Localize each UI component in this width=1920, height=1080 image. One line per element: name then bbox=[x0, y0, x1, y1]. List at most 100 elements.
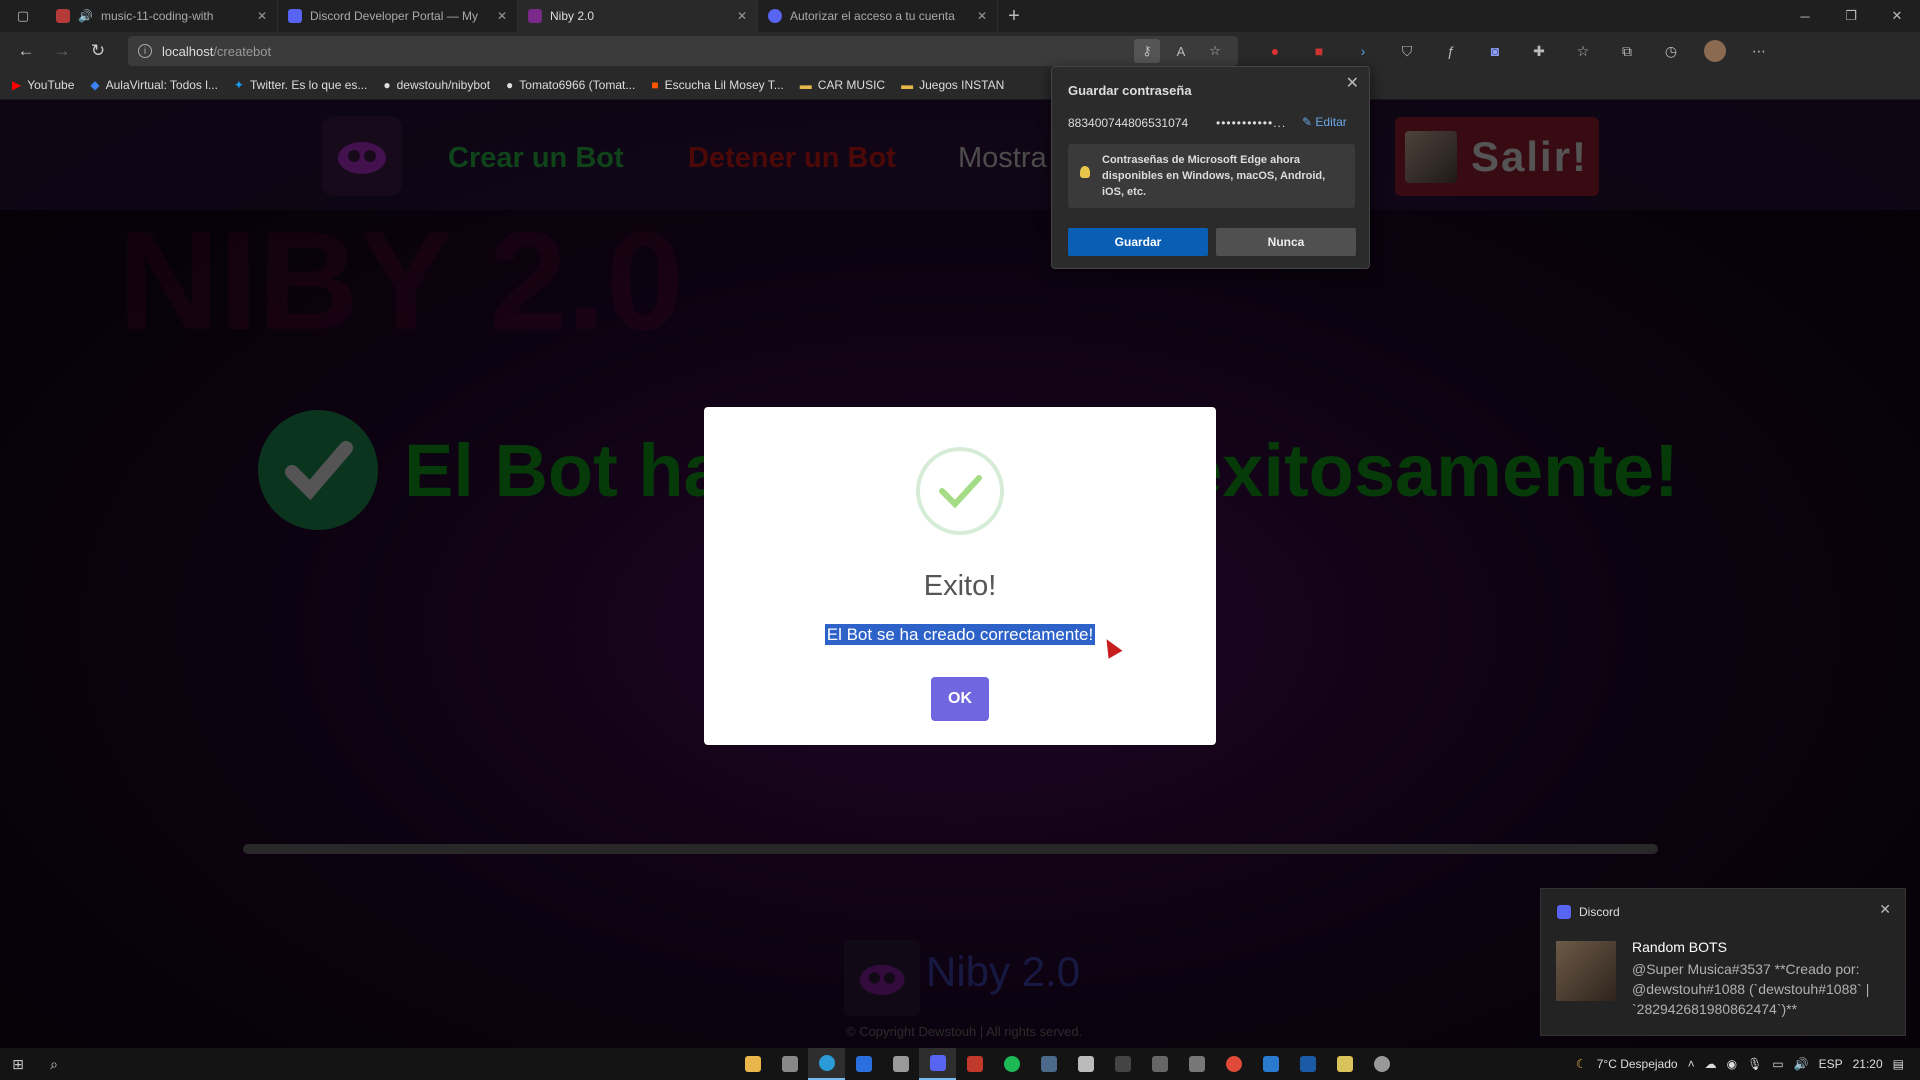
discord-notification[interactable]: Discord ✕ Random BOTS @Super Musica#3537… bbox=[1540, 888, 1906, 1036]
chrome-icon[interactable] bbox=[1215, 1048, 1252, 1080]
tab-authorize[interactable]: Autorizar el acceso a tu cuenta ✕ bbox=[758, 0, 998, 32]
chevron-up-icon[interactable]: ˄ bbox=[1688, 1057, 1695, 1071]
calculator-icon[interactable] bbox=[1141, 1048, 1178, 1080]
new-tab-button[interactable]: + bbox=[998, 5, 1030, 28]
bookmark-aulavirtual[interactable]: ◆ AulaVirtual: Todos l... bbox=[90, 78, 218, 92]
close-icon[interactable]: ✕ bbox=[977, 9, 987, 23]
username-value: 883400744806531074 bbox=[1068, 116, 1189, 130]
cloud-icon[interactable]: ☁ bbox=[1705, 1057, 1717, 1071]
close-icon[interactable]: ✕ bbox=[737, 9, 747, 23]
close-icon[interactable]: ✕ bbox=[1346, 73, 1359, 93]
back-arrow-icon[interactable]: ← bbox=[8, 35, 44, 67]
spotify-icon[interactable] bbox=[993, 1048, 1030, 1080]
folder-icon: ▬ bbox=[901, 77, 914, 92]
success-check-icon bbox=[916, 447, 1004, 535]
profile-avatar[interactable] bbox=[1698, 36, 1732, 66]
bookmark-label: YouTube bbox=[27, 77, 75, 92]
edit-label: Editar bbox=[1315, 115, 1347, 129]
never-button[interactable]: Nunca bbox=[1216, 228, 1356, 256]
bookmark-folder-car-music[interactable]: ▬ CAR MUSIC bbox=[800, 78, 885, 92]
bookmark-label: Tomato6966 (Tomat... bbox=[519, 77, 636, 92]
more-menu-icon[interactable]: ⋯ bbox=[1742, 36, 1776, 66]
shield-icon[interactable]: ⛉ bbox=[1390, 36, 1424, 66]
language-indicator[interactable]: ESP bbox=[1819, 1057, 1843, 1071]
volume-icon[interactable]: 🔊 bbox=[1794, 1057, 1809, 1071]
database-icon[interactable] bbox=[882, 1048, 919, 1080]
password-tip: Contraseñas de Microsoft Edge ahora disp… bbox=[1068, 144, 1355, 208]
info-icon[interactable]: i bbox=[138, 44, 152, 58]
tab-niby[interactable]: Niby 2.0 ✕ bbox=[518, 0, 758, 32]
favorites-icon[interactable]: ☆ bbox=[1566, 36, 1600, 66]
discord-favicon-icon bbox=[768, 9, 782, 23]
webcam-icon[interactable]: ◉ bbox=[1727, 1057, 1737, 1071]
microphone-icon[interactable]: 🎙 bbox=[1747, 1057, 1762, 1071]
windows-start-icon[interactable]: ⊞ bbox=[0, 1056, 36, 1073]
bookmark-github-nibybot[interactable]: ● dewstouh/nibybot bbox=[383, 78, 490, 92]
discord-extension-icon[interactable]: ◙ bbox=[1478, 36, 1512, 66]
address-bar[interactable]: i localhost/createbot ⚷ A ☆ bbox=[128, 36, 1238, 66]
close-icon[interactable]: ✕ bbox=[257, 9, 267, 23]
tab-discord-portal[interactable]: Discord Developer Portal — My ✕ bbox=[278, 0, 518, 32]
toast-title: Random BOTS bbox=[1632, 939, 1727, 955]
window-controls: ─ ❐ ✕ bbox=[1782, 0, 1920, 32]
restore-icon[interactable]: ❐ bbox=[1828, 0, 1874, 32]
close-window-icon[interactable]: ✕ bbox=[1874, 0, 1920, 32]
discord-favicon-icon bbox=[288, 9, 302, 23]
edit-link[interactable]: ✎ Editar bbox=[1302, 115, 1347, 129]
tab-music[interactable]: 🔊 music-11-coding-with ✕ bbox=[46, 0, 278, 32]
clock[interactable]: 21:20 bbox=[1853, 1057, 1883, 1071]
reload-icon[interactable]: ↻ bbox=[80, 35, 116, 67]
bookmark-github-tomato[interactable]: ● Tomato6966 (Tomat... bbox=[506, 78, 635, 92]
close-icon[interactable]: ✕ bbox=[497, 9, 507, 23]
calendar-app-icon[interactable] bbox=[956, 1048, 993, 1080]
vscode-icon[interactable] bbox=[1252, 1048, 1289, 1080]
extension-dark-icon[interactable]: ■ bbox=[1302, 36, 1336, 66]
outlook-icon[interactable] bbox=[1289, 1048, 1326, 1080]
edge-icon[interactable] bbox=[808, 1048, 845, 1080]
read-aloud-icon[interactable]: A bbox=[1168, 39, 1194, 63]
tab-actions-icon[interactable]: ▢ bbox=[0, 0, 46, 32]
extension-red-icon[interactable]: ● bbox=[1258, 36, 1292, 66]
settings-gear-icon[interactable] bbox=[1363, 1048, 1400, 1080]
extension-arrow-icon[interactable]: › bbox=[1346, 36, 1380, 66]
inkscape-icon[interactable] bbox=[1067, 1048, 1104, 1080]
forward-arrow-icon[interactable]: → bbox=[44, 35, 80, 67]
password-mask: •••••••••••... bbox=[1216, 116, 1287, 130]
network-icon[interactable]: ▭ bbox=[1772, 1057, 1783, 1071]
puzzle-icon[interactable]: ✚ bbox=[1522, 36, 1556, 66]
file-explorer-icon[interactable] bbox=[734, 1048, 771, 1080]
steam-icon[interactable] bbox=[1030, 1048, 1067, 1080]
terminal-icon[interactable] bbox=[1104, 1048, 1141, 1080]
favorite-star-icon[interactable]: ☆ bbox=[1202, 39, 1228, 63]
bookmark-twitter[interactable]: ✦ Twitter. Es lo que es... bbox=[234, 78, 367, 92]
collections-icon[interactable]: ⧉ bbox=[1610, 36, 1644, 66]
minimize-icon[interactable]: ─ bbox=[1782, 0, 1828, 32]
bookmark-soundcloud[interactable]: ■ Escucha Lil Mosey T... bbox=[651, 78, 783, 92]
soundcloud-icon: ■ bbox=[651, 77, 659, 92]
history-icon[interactable]: ◷ bbox=[1654, 36, 1688, 66]
weather-text[interactable]: 7°C Despejado bbox=[1597, 1057, 1678, 1071]
ok-button[interactable]: OK bbox=[931, 677, 989, 721]
save-password-button[interactable]: Guardar bbox=[1068, 228, 1208, 256]
dialog-title: Exito! bbox=[923, 570, 997, 602]
speaker-icon[interactable]: 🔊 bbox=[78, 9, 93, 23]
key-icon[interactable]: ⚷ bbox=[1134, 39, 1160, 63]
url-path: /createbot bbox=[213, 43, 272, 59]
notepad-icon[interactable] bbox=[1326, 1048, 1363, 1080]
bookmark-youtube[interactable]: ▶ YouTube bbox=[12, 78, 74, 92]
bookmark-folder-juegos[interactable]: ▬ Juegos INSTAN bbox=[901, 78, 1004, 92]
url-host: localhost bbox=[162, 43, 214, 59]
close-icon[interactable]: ✕ bbox=[1879, 901, 1891, 918]
notifications-icon[interactable]: ▤ bbox=[1893, 1057, 1904, 1071]
github-icon: ● bbox=[506, 77, 514, 92]
extensions-bar: ● ■ › ⛉ ƒ ◙ ✚ ☆ ⧉ ◷ ⋯ bbox=[1258, 36, 1776, 66]
extension-f-icon[interactable]: ƒ bbox=[1434, 36, 1468, 66]
discord-app-icon[interactable] bbox=[919, 1048, 956, 1080]
system-tray: ☾ 7°C Despejado ˄ ☁ ◉ 🎙 ▭ 🔊 ESP 21:20 ▤ bbox=[1576, 1048, 1904, 1080]
bookmarks-bar: ▶ YouTube ◆ AulaVirtual: Todos l... ✦ Twitt… bbox=[0, 70, 1920, 100]
todo-icon[interactable] bbox=[845, 1048, 882, 1080]
store-icon[interactable] bbox=[771, 1048, 808, 1080]
network-app-icon[interactable] bbox=[1178, 1048, 1215, 1080]
success-dialog: Exito! El Bot se ha creado correctamente… bbox=[704, 407, 1216, 745]
search-icon[interactable]: ⌕ bbox=[36, 1056, 72, 1073]
